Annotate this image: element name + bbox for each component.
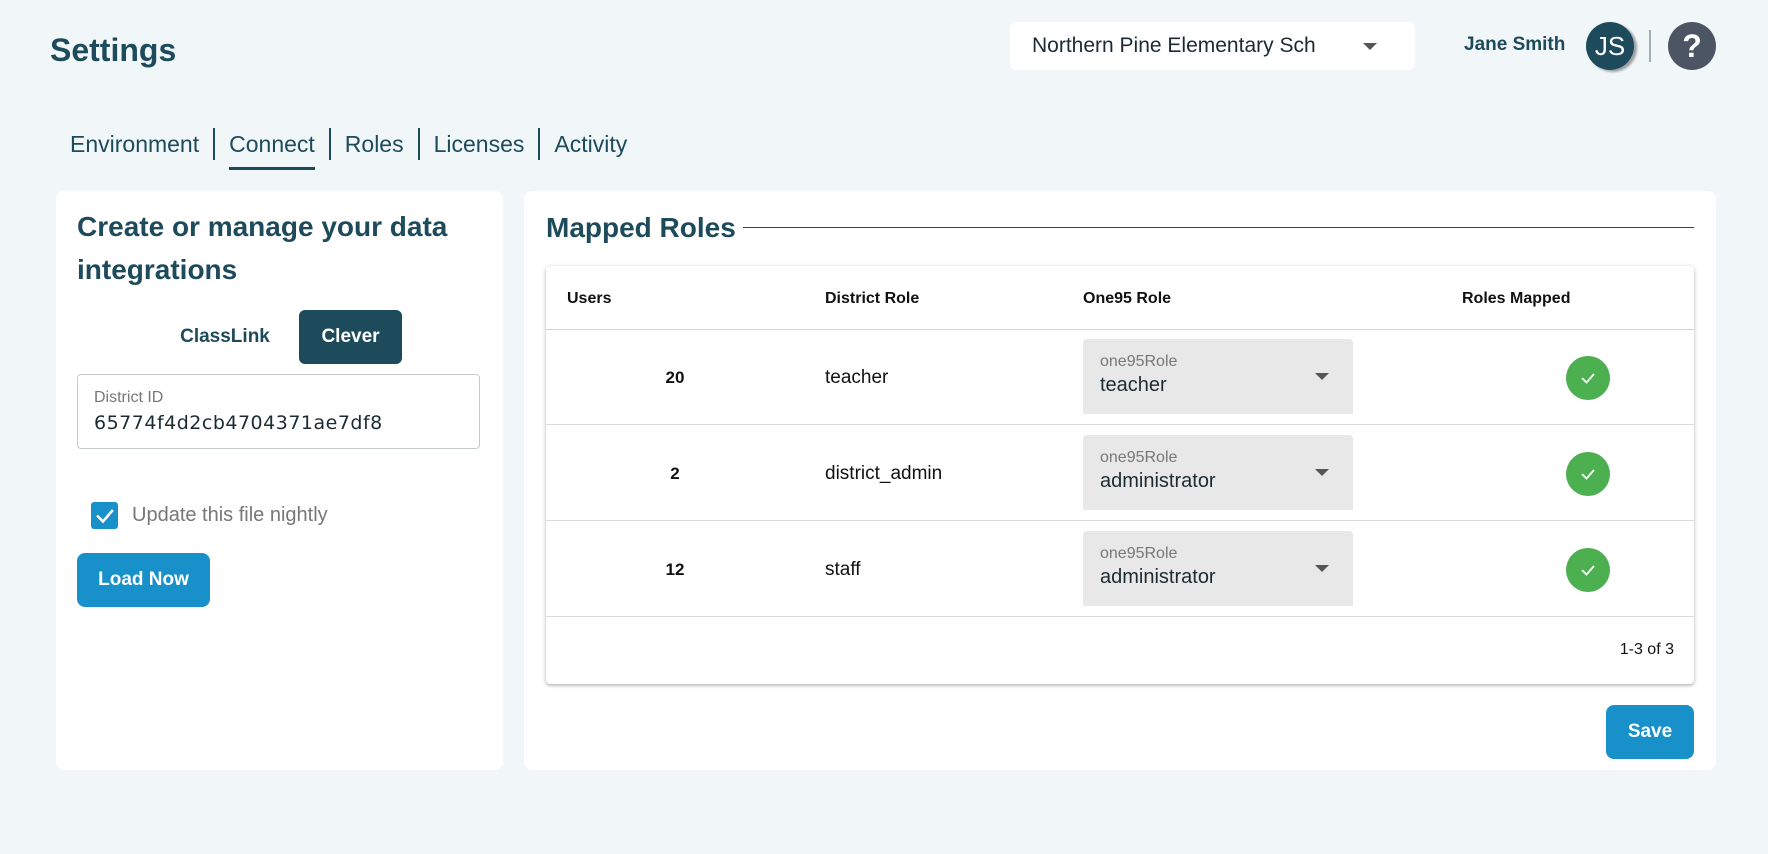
check-circle-icon: [1566, 452, 1610, 496]
users-count: 20: [665, 367, 685, 387]
tab-connect[interactable]: Connect: [215, 128, 331, 170]
settings-tabs: Environment Connect Roles Licenses Activ…: [70, 128, 641, 170]
district-role: staff: [825, 558, 861, 580]
mapped-roles-table: Users District Role One95 Role Roles Map…: [546, 266, 1694, 684]
one95-role-select-label: one95Role: [1100, 449, 1178, 466]
one95-role-select-label: one95Role: [1100, 353, 1178, 370]
one95-role-select[interactable]: one95Role teacher: [1083, 339, 1353, 414]
settings-page: Settings Northern Pine Elementary Sch Ja…: [0, 0, 1768, 854]
user-name: Jane Smith: [1464, 34, 1566, 55]
nightly-update-option: Update this file nightly: [91, 502, 328, 529]
one95-role-select-label: one95Role: [1100, 545, 1178, 562]
table-row: 20 teacher one95Role teacher: [546, 330, 1694, 425]
save-button[interactable]: Save: [1606, 705, 1694, 759]
tab-roles[interactable]: Roles: [331, 128, 420, 160]
chevron-down-icon: [1315, 469, 1329, 476]
school-selector-value: Northern Pine Elementary Sch: [1032, 34, 1316, 57]
tab-activity[interactable]: Activity: [540, 128, 641, 160]
column-header-users[interactable]: Users: [567, 290, 611, 308]
district-id-value[interactable]: 65774f4d2cb4704371ae7df8: [94, 412, 463, 434]
header-divider: [1649, 30, 1651, 62]
chevron-down-icon: [1315, 565, 1329, 572]
district-role: teacher: [825, 366, 889, 388]
integrations-card: Create or manage your data integrations …: [56, 191, 503, 770]
column-header-roles-mapped[interactable]: Roles Mapped: [1462, 290, 1570, 308]
chevron-down-icon: [1315, 373, 1329, 380]
table-row: 2 district_admin one95Role administrator: [546, 426, 1694, 521]
district-role: district_admin: [825, 462, 943, 484]
help-button[interactable]: ?: [1668, 22, 1716, 70]
one95-role-select[interactable]: one95Role administrator: [1083, 435, 1353, 510]
avatar[interactable]: JS: [1586, 22, 1634, 70]
one95-role-select[interactable]: one95Role administrator: [1083, 531, 1353, 606]
tab-environment[interactable]: Environment: [70, 128, 216, 160]
nightly-label: Update this file nightly: [132, 504, 328, 526]
table-header: Users District Role One95 Role Roles Map…: [546, 266, 1694, 330]
clever-button[interactable]: Clever: [299, 310, 402, 364]
check-circle-icon: [1566, 548, 1610, 592]
pagination-info: 1-3 of 3: [1619, 641, 1674, 658]
district-id-label: District ID: [94, 389, 164, 406]
page-title: Settings: [50, 32, 177, 68]
load-now-button[interactable]: Load Now: [77, 553, 210, 607]
district-id-field[interactable]: District ID 65774f4d2cb4704371ae7df8: [77, 374, 480, 449]
users-count: 2: [670, 463, 680, 483]
avatar-initials: JS: [1594, 30, 1626, 61]
users-count: 12: [665, 559, 685, 579]
column-header-one95-role[interactable]: One95 Role: [1083, 290, 1171, 308]
mapped-roles-title: Mapped Roles: [546, 212, 736, 243]
tab-licenses[interactable]: Licenses: [420, 128, 541, 160]
table-row: 12 staff one95Role administrator: [546, 522, 1694, 617]
checkmark-icon: [95, 508, 114, 523]
provider-toggle: ClassLink Clever: [56, 310, 503, 364]
mapped-roles-card: Mapped Roles Users District Role One95 R…: [524, 191, 1716, 770]
column-header-district-role[interactable]: District Role: [825, 290, 919, 308]
integrations-heading: Create or manage your data integrations: [77, 211, 448, 285]
school-selector[interactable]: Northern Pine Elementary Sch: [1010, 22, 1415, 70]
help-icon: ?: [1682, 27, 1702, 64]
check-circle-icon: [1566, 356, 1610, 400]
nightly-checkbox[interactable]: [91, 502, 118, 529]
chevron-down-icon: [1363, 43, 1377, 50]
classlink-button[interactable]: ClassLink: [165, 310, 285, 364]
title-divider: [743, 227, 1694, 228]
